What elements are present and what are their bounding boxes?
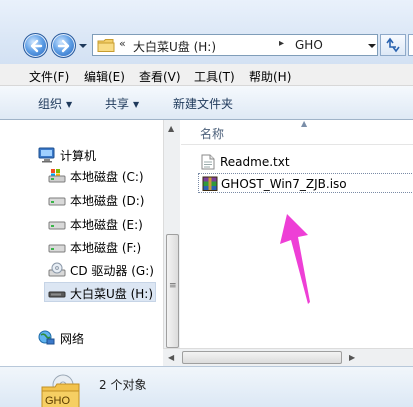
- tree-item-cd-drive[interactable]: CD 驱动器 (G:): [48, 260, 158, 280]
- text-file-icon: [201, 154, 215, 170]
- refresh-icon: [386, 37, 400, 53]
- recent-pages-dropdown-icon[interactable]: [78, 41, 88, 51]
- scrollbar-thumb[interactable]: ≡: [166, 234, 179, 348]
- annotation-arrow: [280, 214, 310, 304]
- tree-item-label: 计算机: [60, 149, 97, 163]
- address-dropdown-icon[interactable]: [366, 40, 378, 52]
- tree-item-label: 本地磁盘 (F:): [70, 241, 142, 255]
- column-header-name[interactable]: 名称: [200, 125, 224, 142]
- menu-view[interactable]: 查看(V): [139, 68, 181, 85]
- breadcrumb-separator[interactable]: ▸: [279, 38, 284, 49]
- organize-label: 组织: [38, 97, 63, 111]
- sort-ascending-icon: ▲: [301, 119, 308, 128]
- folder-gho-icon: GHO: [41, 374, 80, 407]
- file-row-selected[interactable]: GHOST_Win7_ZJB.iso: [198, 173, 413, 193]
- navigation-scrollbar[interactable]: ▲ ≡ ▼: [163, 120, 180, 366]
- navigation-pane: 计算机 本地磁盘 (C:) 本地磁盘 (D:) 本地磁盘 (E:) 本地磁盘 (…: [0, 120, 163, 366]
- tree-item-label: 网络: [60, 332, 85, 346]
- menu-file[interactable]: 文件(F): [29, 68, 69, 85]
- chevron-down-icon: ▼: [133, 100, 140, 109]
- tree-item-label: 本地磁盘 (E:): [70, 218, 143, 232]
- tree-item-drive-f[interactable]: 本地磁盘 (F:): [48, 237, 158, 257]
- menu-bar: 文件(F) 编辑(E) 查看(V) 工具(T) 帮助(H): [0, 64, 413, 86]
- drive-icon: [48, 244, 66, 253]
- system-drive-icon: [48, 169, 66, 183]
- address-toolbar: « 大白菜U盘 (H:) ▸ GHO: [0, 0, 413, 64]
- address-bar[interactable]: « 大白菜U盘 (H:) ▸ GHO: [92, 34, 378, 56]
- breadcrumb-overflow[interactable]: «: [119, 37, 126, 50]
- horizontal-scrollbar[interactable]: ◀ ▶: [163, 348, 413, 366]
- chevron-down-icon: ▼: [66, 100, 73, 109]
- network-icon: [38, 330, 55, 345]
- scrollbar-thumb[interactable]: [182, 351, 342, 364]
- tree-item-drive-d[interactable]: 本地磁盘 (D:): [48, 190, 158, 210]
- command-bar: 组织 ▼ 共享 ▼ 新建文件夹: [0, 86, 413, 120]
- tree-item-drive-c[interactable]: 本地磁盘 (C:): [48, 166, 158, 186]
- scroll-left-icon[interactable]: ◀: [168, 353, 174, 362]
- share-label: 共享: [105, 97, 130, 111]
- organize-button[interactable]: 组织 ▼: [38, 95, 72, 112]
- tree-item-label: 大白菜U盘 (H:): [70, 287, 154, 301]
- breadcrumb-folder[interactable]: GHO: [295, 38, 323, 52]
- tree-item-drive-e[interactable]: 本地磁盘 (E:): [48, 214, 158, 234]
- back-arrow-icon: [30, 39, 43, 53]
- tree-item-computer[interactable]: 计算机: [38, 145, 158, 165]
- divider: [181, 144, 413, 145]
- tree-item-label: CD 驱动器 (G:): [70, 264, 154, 278]
- tree-item-network[interactable]: 网络: [38, 328, 158, 348]
- scroll-up-icon[interactable]: ▲: [168, 124, 174, 133]
- computer-icon: [38, 147, 55, 163]
- menu-help[interactable]: 帮助(H): [249, 68, 291, 85]
- item-count: 2 个对象: [99, 378, 147, 392]
- scroll-right-icon[interactable]: ▶: [349, 353, 355, 362]
- search-box[interactable]: [408, 34, 413, 56]
- file-name: Readme.txt: [220, 155, 290, 169]
- new-folder-button[interactable]: 新建文件夹: [173, 95, 233, 112]
- details-pane: GHO 2 个对象: [0, 366, 413, 407]
- menu-tools[interactable]: 工具(T): [194, 68, 235, 85]
- breadcrumb-drive[interactable]: 大白菜U盘 (H:): [133, 38, 216, 55]
- tree-item-label: 本地磁盘 (C:): [70, 170, 144, 184]
- folder-icon: [97, 39, 115, 52]
- share-button[interactable]: 共享 ▼: [105, 95, 139, 112]
- drive-icon: [48, 221, 66, 230]
- refresh-button[interactable]: [380, 34, 406, 56]
- forward-arrow-icon: [57, 39, 70, 53]
- cd-drive-icon: [48, 262, 66, 277]
- gho-label: GHO: [45, 395, 71, 407]
- forward-button[interactable]: [51, 33, 76, 58]
- winrar-archive-icon: [202, 176, 218, 191]
- tree-item-label: 本地磁盘 (D:): [70, 194, 145, 208]
- tree-item-usb-drive[interactable]: 大白菜U盘 (H:): [48, 283, 158, 303]
- menu-edit[interactable]: 编辑(E): [84, 68, 125, 85]
- file-name: GHOST_Win7_ZJB.iso: [221, 177, 347, 191]
- grip-icon: ≡: [169, 281, 177, 291]
- drive-icon: [48, 197, 66, 206]
- usb-drive-icon: [48, 291, 66, 298]
- file-row[interactable]: Readme.txt: [198, 152, 398, 172]
- back-button[interactable]: [23, 33, 48, 58]
